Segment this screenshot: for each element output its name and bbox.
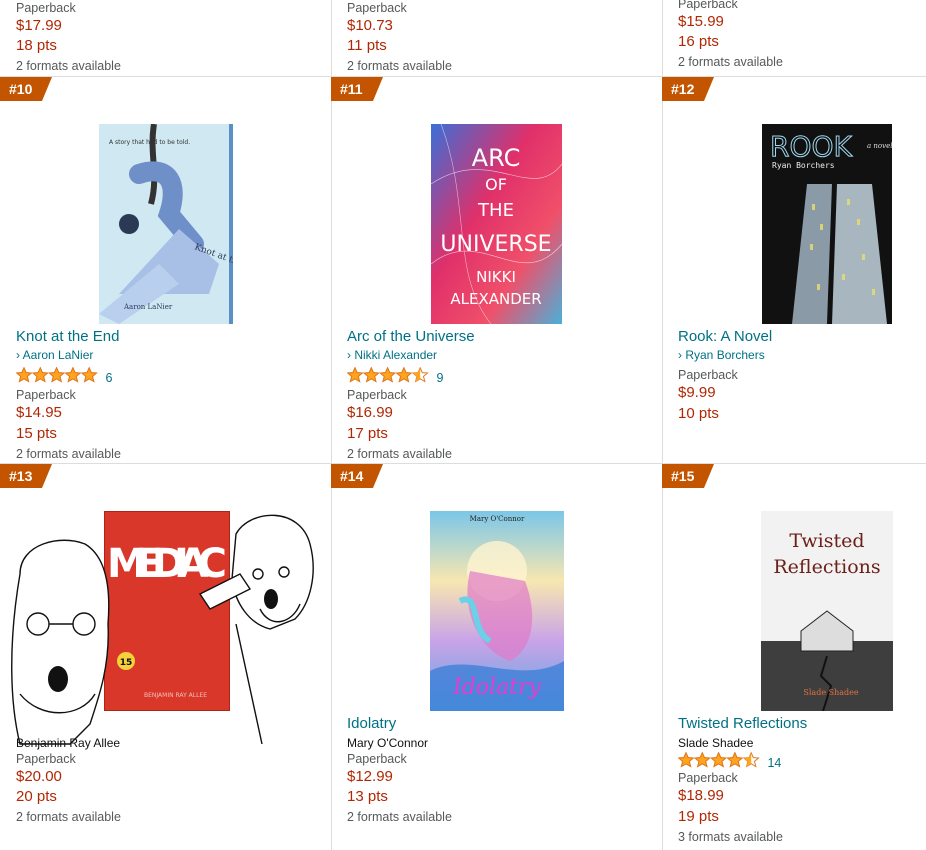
format-label: Paperback [16, 388, 76, 402]
format-label: Paperback [678, 0, 738, 11]
product-title[interactable]: Idolatry [347, 715, 396, 732]
points: 10 pts [678, 405, 719, 422]
points: 13 pts [347, 788, 388, 805]
svg-text:Mary O'Connor: Mary O'Connor [470, 515, 525, 523]
rating-count[interactable]: 9 [436, 371, 443, 385]
star-icon [677, 751, 760, 773]
svg-text:ROOK: ROOK [770, 130, 853, 163]
rank-badge: #14 [331, 464, 383, 488]
book-cover[interactable]: Mary O'Connor Idolatry [430, 511, 564, 711]
svg-text:Idolatry: Idolatry [452, 675, 542, 700]
points: 20 pts [16, 788, 57, 805]
product-card[interactable]: #12 ROOK a novel Ryan Borchers Rook: A N… [662, 77, 926, 463]
rating-stars[interactable]: 6 [15, 366, 112, 388]
rank-badge: #11 [331, 77, 383, 101]
author-link[interactable]: › Ryan Borchers [678, 348, 765, 362]
svg-text:Reflections: Reflections [773, 556, 880, 578]
star-icon [15, 366, 98, 388]
formats-available[interactable]: 2 formats available [16, 447, 121, 461]
author-link[interactable]: › Nikki Alexander [347, 348, 437, 362]
svg-text:ARC: ARC [472, 144, 521, 172]
format-label: Paperback [16, 752, 76, 766]
rating-stars[interactable]: 14 [677, 751, 781, 773]
price[interactable]: $10.73 [347, 17, 393, 34]
formats-available[interactable]: 2 formats available [16, 59, 121, 73]
book-cover[interactable]: Twisted Reflections Slade Shadee [761, 511, 893, 712]
points: 15 pts [16, 425, 57, 442]
book-cover[interactable]: ROOK a novel Ryan Borchers [762, 124, 892, 324]
author-name[interactable]: Slade Shadee [678, 736, 753, 750]
format-label: Paperback [347, 388, 407, 402]
product-title[interactable]: Arc of the Universe [347, 328, 475, 345]
product-card[interactable]: #13 MEDIAC 15 BENJAMIN RAY ALLEE Benjami… [0, 464, 331, 850]
author-link[interactable]: › Aaron LaNier [16, 348, 93, 362]
price[interactable]: $16.99 [347, 404, 393, 421]
product-title[interactable]: Twisted Reflections [678, 715, 807, 732]
formats-available[interactable]: 2 formats available [347, 59, 452, 73]
price[interactable]: $20.00 [16, 768, 62, 785]
rating-count[interactable]: 6 [105, 371, 112, 385]
svg-text:NIKKI: NIKKI [476, 268, 516, 286]
chevron-right-icon: › [16, 348, 20, 362]
svg-text:THE: THE [477, 200, 514, 221]
chevron-right-icon: › [678, 348, 682, 362]
svg-text:OF: OF [485, 175, 507, 194]
product-card-partial[interactable]: Paperback $17.99 18 pts 2 formats availa… [0, 0, 331, 76]
svg-text:UNIVERSE: UNIVERSE [440, 232, 551, 257]
product-card-partial[interactable]: Paperback $10.73 11 pts 2 formats availa… [331, 0, 662, 76]
format-label: Paperback [347, 752, 407, 766]
format-label: Paperback [347, 1, 407, 15]
format-label: Paperback [16, 1, 76, 15]
book-cover[interactable]: A story that had to be told. Knot at the… [99, 123, 264, 324]
points: 18 pts [16, 37, 57, 54]
points: 19 pts [678, 808, 719, 825]
formats-available[interactable]: 2 formats available [678, 55, 783, 69]
product-title[interactable]: Rook: A Novel [678, 328, 772, 345]
format-label: Paperback [678, 368, 738, 382]
points: 16 pts [678, 33, 719, 50]
product-title[interactable]: Knot at the End [16, 328, 119, 345]
price[interactable]: $9.99 [678, 384, 716, 401]
product-card[interactable]: #11 ARC OF THE UNIVERSE NIKKI ALEXANDER [331, 77, 662, 463]
price[interactable]: $18.99 [678, 787, 724, 804]
wojak-pointing-meme [0, 504, 331, 754]
author-name[interactable]: Benjamin Ray Allee [16, 736, 120, 750]
formats-available[interactable]: 2 formats available [347, 447, 452, 461]
price[interactable]: $15.99 [678, 13, 724, 30]
svg-text:Ryan Borchers: Ryan Borchers [772, 161, 835, 170]
points: 11 pts [347, 37, 387, 54]
price[interactable]: $14.95 [16, 404, 62, 421]
format-label: Paperback [678, 771, 738, 785]
formats-available[interactable]: 3 formats available [678, 830, 783, 844]
svg-text:a novel: a novel [867, 142, 892, 150]
product-card[interactable]: #14 Mary O'Connor Idolatry Idolatry Mary… [331, 464, 662, 850]
svg-text:A story that had to be told.: A story that had to be told. [109, 139, 190, 146]
formats-available[interactable]: 2 formats available [347, 810, 452, 824]
book-cover[interactable]: ARC OF THE UNIVERSE NIKKI ALEXANDER [430, 123, 563, 325]
product-card[interactable]: #15 Twisted Reflections Slade Shadee Twi… [662, 464, 926, 850]
rating-stars[interactable]: 9 [346, 366, 443, 388]
rating-count[interactable]: 14 [767, 756, 781, 770]
rank-badge: #15 [662, 464, 714, 488]
product-card[interactable]: #10 A story that had to be told. Knot at… [0, 77, 331, 463]
rank-badge: #10 [0, 77, 52, 101]
product-card-partial[interactable]: Paperback $15.99 16 pts 2 formats availa… [662, 0, 926, 76]
points: 17 pts [347, 425, 388, 442]
svg-text:Slade Shadee: Slade Shadee [803, 688, 858, 697]
svg-text:Twisted: Twisted [789, 530, 864, 552]
svg-text:Aaron LaNier: Aaron LaNier [123, 303, 173, 311]
chevron-right-icon: › [347, 348, 351, 362]
rank-badge: #13 [0, 464, 52, 488]
rank-badge: #12 [662, 77, 714, 101]
price[interactable]: $12.99 [347, 768, 393, 785]
star-icon [346, 366, 429, 388]
formats-available[interactable]: 2 formats available [16, 810, 121, 824]
svg-text:ALEXANDER: ALEXANDER [450, 290, 541, 308]
author-name[interactable]: Mary O'Connor [347, 736, 428, 750]
price[interactable]: $17.99 [16, 17, 62, 34]
